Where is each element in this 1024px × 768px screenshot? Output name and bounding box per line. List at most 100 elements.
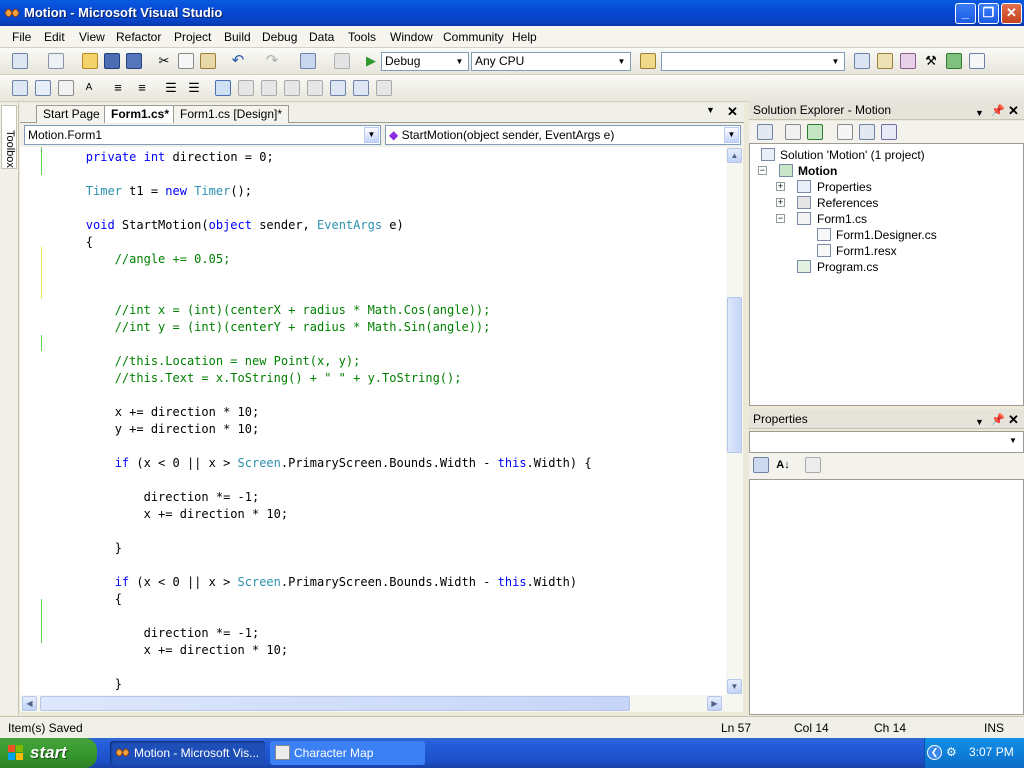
solution-configuration-combo[interactable]: Debug ▼ <box>381 52 469 71</box>
members-combo[interactable]: ◆ StartMotion(object sender, EventArgs e… <box>385 125 741 145</box>
new-project-icon[interactable] <box>12 53 28 69</box>
display-object-member-list-icon[interactable] <box>12 80 28 96</box>
code-margin[interactable]: − <box>20 147 51 695</box>
toggle-bookmark-icon[interactable] <box>215 80 231 96</box>
property-pages-icon[interactable] <box>805 457 821 473</box>
menu-file[interactable]: File <box>12 30 31 44</box>
close-button[interactable]: ✕ <box>1001 3 1022 24</box>
menu-debug[interactable]: Debug <box>262 30 297 44</box>
toolbox-icon[interactable]: ⚒ <box>923 53 939 69</box>
chevron-down-icon[interactable]: ▼ <box>706 105 715 115</box>
menu-tools[interactable]: Tools <box>348 30 376 44</box>
scroll-up-icon[interactable]: ▲ <box>727 148 742 163</box>
properties-icon[interactable] <box>757 124 773 140</box>
navigate-forward-icon[interactable] <box>334 53 350 69</box>
next-bookmark-in-folder-icon[interactable] <box>307 80 323 96</box>
tree-item-project[interactable]: Motion <box>798 164 837 178</box>
quick-info-icon[interactable] <box>58 80 74 96</box>
solution-platform-combo[interactable]: Any CPU ▼ <box>471 52 631 71</box>
view-code-icon[interactable] <box>837 124 853 140</box>
properties-header[interactable]: Properties ▼ 📌 ✕ <box>749 409 1024 429</box>
copy-icon[interactable] <box>178 53 194 69</box>
tree-item-solution[interactable]: Solution 'Motion' (1 project) <box>780 148 925 162</box>
close-panel-icon[interactable]: ✕ <box>1008 410 1019 430</box>
next-bookmark-in-document-icon[interactable] <box>353 80 369 96</box>
decrease-indent-icon[interactable]: ≡ <box>110 80 126 96</box>
network-icon[interactable]: ⚙ <box>946 745 957 759</box>
scroll-down-icon[interactable]: ▼ <box>727 679 742 694</box>
taskbar-item-character-map[interactable]: Character Map <box>270 741 425 765</box>
tree-item-program[interactable]: Program.cs <box>817 260 878 274</box>
properties-object-combo[interactable]: ▼ <box>749 431 1024 453</box>
comment-out-icon[interactable]: ☰ <box>163 80 179 96</box>
horizontal-scroll-thumb[interactable] <box>40 696 630 711</box>
tree-item-properties[interactable]: Properties <box>817 180 872 194</box>
previous-bookmark-icon[interactable] <box>238 80 254 96</box>
title-bar[interactable]: Motion - Microsoft Visual Studio _ ❐ ✕ <box>0 0 1024 26</box>
next-bookmark-icon[interactable] <box>261 80 277 96</box>
expand-node-icon[interactable]: + <box>776 198 785 207</box>
code-line[interactable]: x += direction * 10; <box>42 642 289 659</box>
previous-bookmark-in-document-icon[interactable] <box>330 80 346 96</box>
code-line[interactable]: void StartMotion(object sender, EventArg… <box>42 217 404 234</box>
view-designer-icon[interactable] <box>859 124 875 140</box>
collapse-node-icon[interactable]: − <box>776 214 785 223</box>
categorized-icon[interactable] <box>753 457 769 473</box>
close-panel-icon[interactable]: ✕ <box>1008 101 1019 121</box>
chevron-down-icon[interactable]: ▼ <box>975 412 984 432</box>
start-button[interactable]: start <box>0 738 97 768</box>
menu-refactor[interactable]: Refactor <box>116 30 161 44</box>
code-line[interactable]: x += direction * 10; <box>42 506 289 523</box>
object-browser-icon[interactable] <box>900 53 916 69</box>
alphabetical-icon[interactable]: A↓ <box>775 457 791 473</box>
save-all-icon[interactable] <box>126 53 142 69</box>
code-editor[interactable]: private int direction = 0; Timer t1 = ne… <box>42 147 726 695</box>
tree-item-form1-resx[interactable]: Form1.resx <box>836 244 897 258</box>
vertical-scrollbar[interactable]: ▲ ▼ <box>726 147 743 695</box>
code-line[interactable]: y += direction * 10; <box>42 421 260 438</box>
properties-window-icon[interactable] <box>877 53 893 69</box>
show-all-files-icon[interactable] <box>785 124 801 140</box>
scroll-left-icon[interactable]: ◀ <box>22 696 37 711</box>
solution-explorer-header[interactable]: Solution Explorer - Motion ▼ 📌 ✕ <box>749 100 1024 120</box>
menu-help[interactable]: Help <box>512 30 537 44</box>
show-hidden-icons-icon[interactable]: ❮ <box>927 745 942 760</box>
view-class-diagram-icon[interactable] <box>881 124 897 140</box>
start-debugging-icon[interactable]: ▶ <box>363 53 379 69</box>
open-folder-icon[interactable] <box>82 53 98 69</box>
tree-item-references[interactable]: References <box>817 196 878 210</box>
uncomment-icon[interactable]: ☰ <box>186 80 202 96</box>
code-line[interactable]: { <box>42 234 93 251</box>
code-line[interactable]: direction *= -1; <box>42 625 260 642</box>
menu-community[interactable]: Community <box>443 30 504 44</box>
types-combo[interactable]: Motion.Form1 ▼ <box>24 125 381 145</box>
paste-icon[interactable] <box>200 53 216 69</box>
refresh-icon[interactable] <box>807 124 823 140</box>
menu-window[interactable]: Window <box>390 30 433 44</box>
properties-grid[interactable] <box>749 479 1024 715</box>
start-page-icon[interactable] <box>946 53 962 69</box>
code-line[interactable]: } <box>42 676 122 693</box>
find-in-files-icon[interactable] <box>640 53 656 69</box>
menu-project[interactable]: Project <box>174 30 211 44</box>
clear-bookmarks-icon[interactable] <box>376 80 392 96</box>
parameter-info-icon[interactable] <box>35 80 51 96</box>
code-line[interactable]: private int direction = 0; <box>42 149 274 166</box>
cut-icon[interactable]: ✂ <box>156 53 172 69</box>
collapse-node-icon[interactable]: − <box>758 166 767 175</box>
tab-form1-cs[interactable]: Form1.cs* <box>104 105 177 124</box>
close-document-icon[interactable]: ✕ <box>727 104 738 120</box>
maximize-button[interactable]: ❐ <box>978 3 999 24</box>
find-combo[interactable]: ▼ <box>661 52 845 71</box>
code-line[interactable]: if (x < 0 || x > Screen.PrimaryScreen.Bo… <box>42 455 592 472</box>
undo-icon[interactable]: ↶ <box>230 53 246 69</box>
vertical-scroll-thumb[interactable] <box>727 297 742 453</box>
navigate-back-icon[interactable] <box>300 53 316 69</box>
code-line[interactable]: direction *= -1; <box>42 489 260 506</box>
solution-explorer-icon[interactable] <box>854 53 870 69</box>
code-line[interactable]: //this.Text = x.ToString() + " " + y.ToS… <box>42 370 462 387</box>
menu-edit[interactable]: Edit <box>44 30 65 44</box>
code-line[interactable]: //this.Location = new Point(x, y); <box>42 353 361 370</box>
tree-item-form1[interactable]: Form1.cs <box>817 212 867 226</box>
minimize-button[interactable]: _ <box>955 3 976 24</box>
